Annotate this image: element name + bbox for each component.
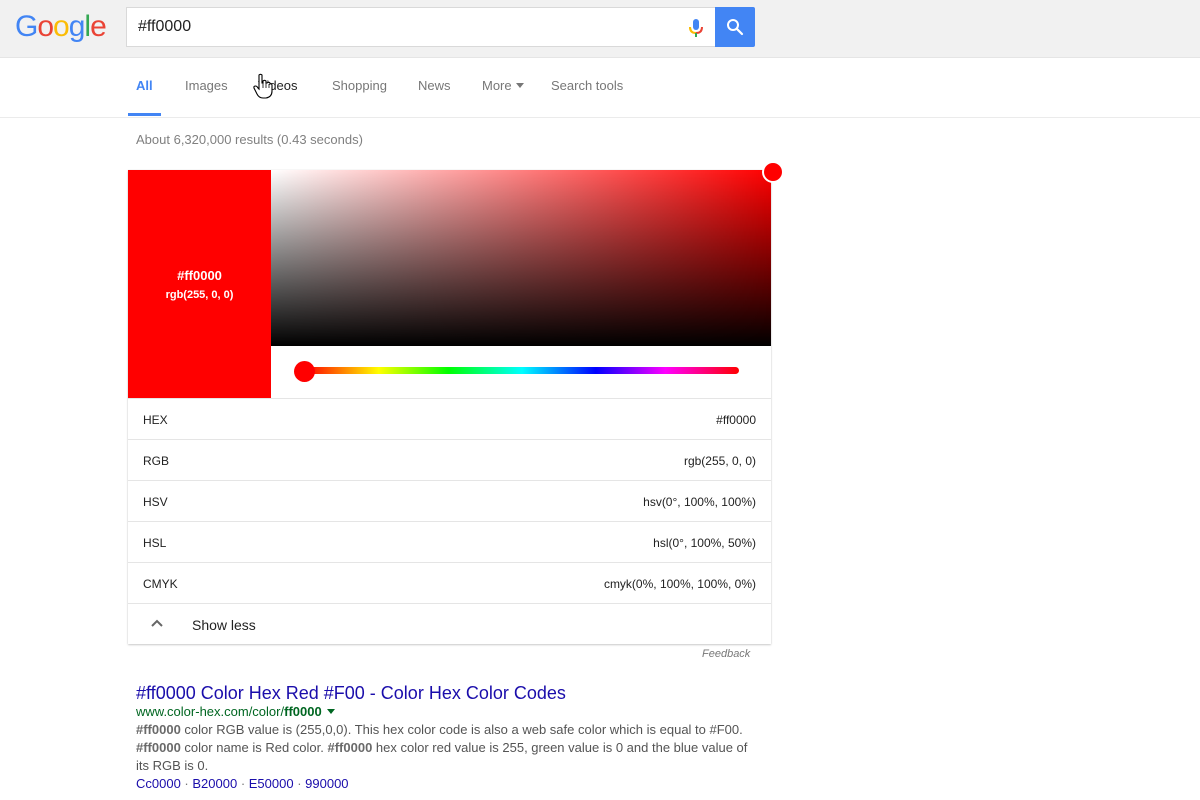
show-less-label: Show less — [192, 617, 256, 633]
color-values-list: HEX #ff0000 RGB rgb(255, 0, 0) HSV hsv(0… — [128, 398, 771, 644]
snippet-bold: #ff0000 — [136, 722, 181, 737]
sitelink[interactable]: E50000 — [249, 776, 294, 791]
snippet-bold: #ff0000 — [327, 740, 373, 755]
result-sitelinks: Cc0000 · B20000 · E50000 · 990000 — [136, 775, 756, 793]
swatch-rgb: rgb(255, 0, 0) — [165, 288, 234, 301]
color-row-hsl: HSL hsl(0°, 100%, 50%) — [128, 521, 771, 562]
tab-videos[interactable]: Videos — [258, 78, 298, 93]
chevron-up-icon — [151, 619, 163, 627]
caret-down-icon — [515, 83, 524, 88]
active-tab-indicator — [128, 113, 161, 116]
tab-shopping[interactable]: Shopping — [332, 78, 387, 93]
result-url-bold: ff0000 — [284, 704, 322, 719]
hue-slider-handle[interactable] — [294, 361, 315, 382]
tab-news[interactable]: News — [418, 78, 451, 93]
row-label: RGB — [143, 454, 170, 468]
snippet-text: color RGB value is (255,0,0). This hex c… — [180, 722, 743, 737]
search-input[interactable] — [138, 8, 658, 46]
snippet-bold: #ff0000 — [136, 740, 181, 755]
tab-all[interactable]: All — [136, 78, 153, 93]
result-url: www.color-hex.com/color/ff0000 — [136, 703, 756, 721]
saturation-value-handle[interactable] — [762, 161, 784, 183]
result-snippet: #ff0000 color RGB value is (255,0,0). Th… — [136, 721, 756, 775]
color-row-hex: HEX #ff0000 — [128, 398, 771, 439]
swatch-hex: #ff0000 — [177, 267, 222, 283]
logo-letter: g — [68, 10, 86, 43]
url-dropdown-icon[interactable] — [326, 709, 335, 714]
search-tabs: All Images Videos Shopping News More Sea… — [0, 58, 1200, 118]
sitelink[interactable]: 990000 — [305, 776, 348, 791]
tab-more-label: More — [482, 78, 512, 93]
sitelink-separator: · — [293, 776, 306, 791]
result-stats: About 6,320,000 results (0.43 seconds) — [136, 132, 363, 147]
result-url-prefix: www.color-hex.com/color/ — [136, 704, 285, 719]
sitelink[interactable]: B20000 — [192, 776, 237, 791]
tab-search-tools[interactable]: Search tools — [551, 78, 623, 93]
saturation-value-area[interactable] — [271, 170, 771, 346]
sitelink[interactable]: Cc0000 — [136, 776, 181, 791]
tab-more[interactable]: More — [482, 78, 524, 93]
feedback-link[interactable]: Feedback — [702, 648, 750, 660]
hue-slider[interactable] — [305, 367, 739, 374]
row-value[interactable]: rgb(255, 0, 0) — [684, 454, 756, 468]
row-value[interactable]: hsl(0°, 100%, 50%) — [653, 536, 756, 550]
google-logo[interactable]: Google — [15, 10, 107, 44]
sitelink-separator: · — [237, 776, 249, 791]
microphone-icon[interactable] — [687, 18, 705, 40]
color-row-rgb: RGB rgb(255, 0, 0) — [128, 439, 771, 480]
search-header: Google — [0, 0, 1200, 58]
search-box — [126, 7, 716, 47]
row-label: HSV — [143, 495, 168, 509]
logo-letter: o — [37, 10, 54, 43]
logo-letter: o — [53, 10, 70, 43]
snippet-text: color name is Red color. — [180, 740, 328, 755]
row-value[interactable]: hsv(0°, 100%, 100%) — [643, 495, 756, 509]
row-label: CMYK — [143, 577, 178, 591]
row-value[interactable]: cmyk(0%, 100%, 100%, 0%) — [604, 577, 756, 591]
color-row-cmyk: CMYK cmyk(0%, 100%, 100%, 0%) — [128, 562, 771, 603]
search-result: #ff0000 Color Hex Red #F00 - Color Hex C… — [136, 683, 756, 793]
show-less-button[interactable]: Show less — [128, 603, 771, 644]
row-label: HEX — [143, 413, 168, 427]
row-value[interactable]: #ff0000 — [716, 413, 756, 427]
logo-letter: e — [90, 10, 107, 43]
magnifier-icon — [727, 19, 744, 36]
result-title-link[interactable]: #ff0000 Color Hex Red #F00 - Color Hex C… — [136, 683, 756, 703]
row-label: HSL — [143, 536, 167, 550]
search-button[interactable] — [715, 7, 755, 47]
logo-letter: G — [15, 10, 38, 43]
color-picker-card: #ff0000 rgb(255, 0, 0) HEX #ff0000 RGB r… — [128, 161, 784, 644]
color-row-hsv: HSV hsv(0°, 100%, 100%) — [128, 480, 771, 521]
sitelink-separator: · — [180, 776, 193, 791]
tab-images[interactable]: Images — [185, 78, 228, 93]
color-swatch: #ff0000 rgb(255, 0, 0) — [128, 170, 271, 398]
